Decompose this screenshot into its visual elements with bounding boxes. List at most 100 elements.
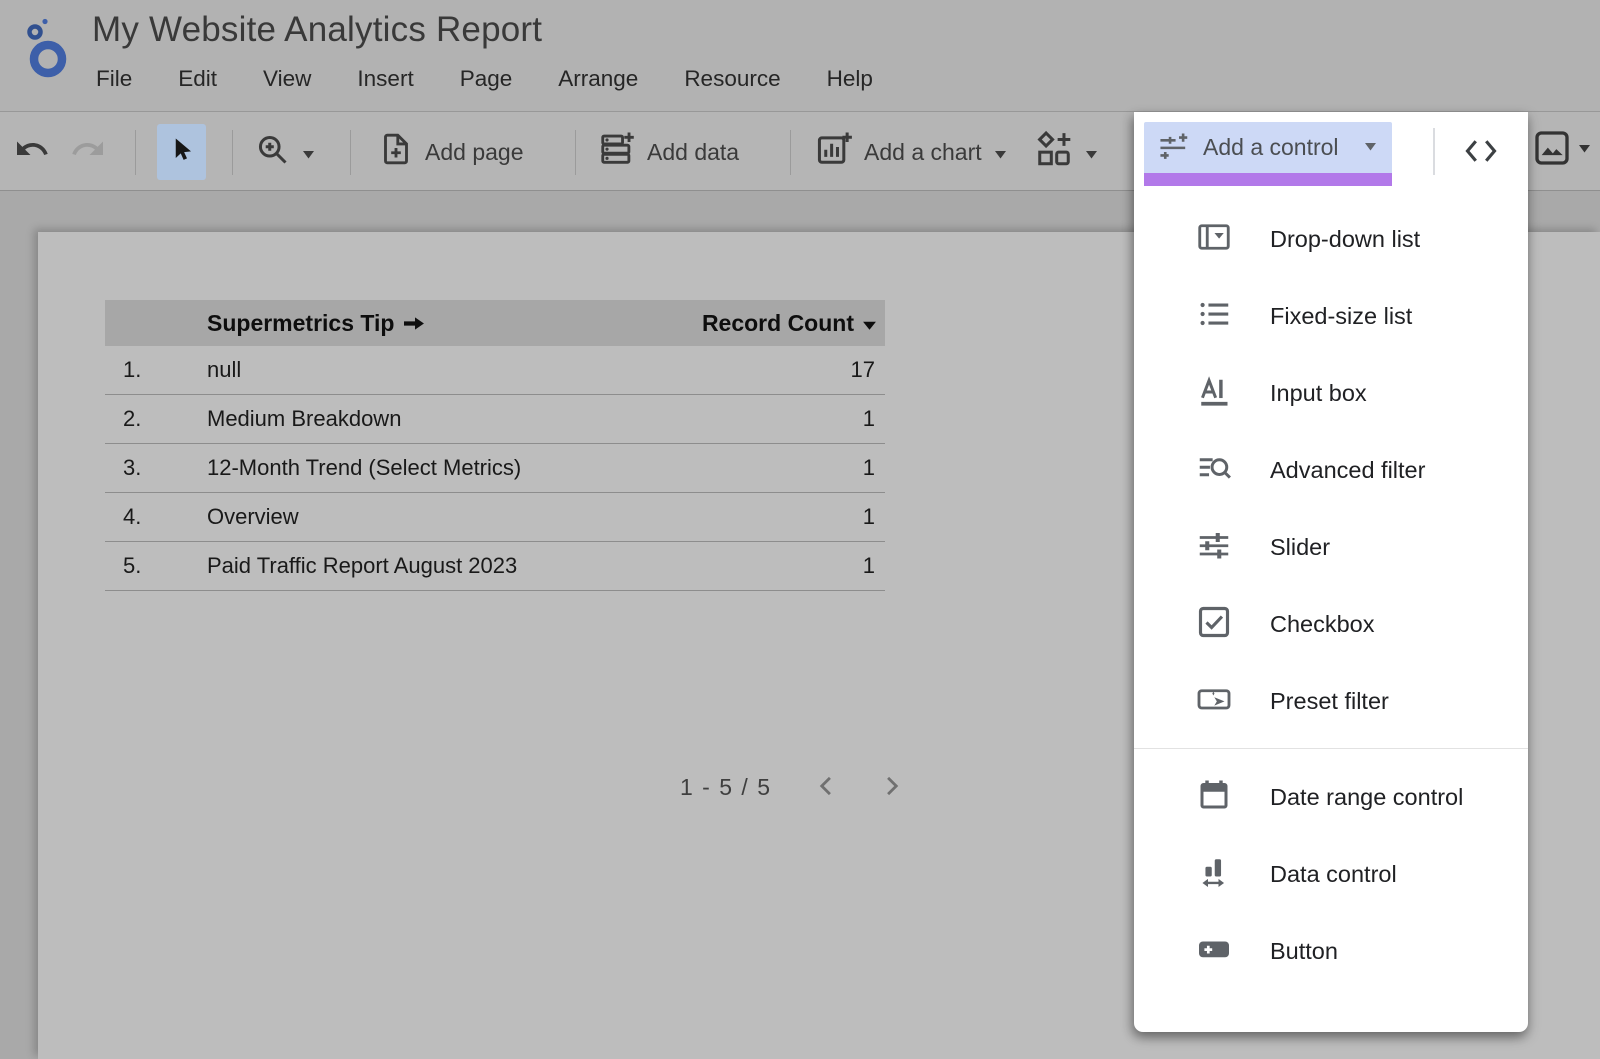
dimension-header-label: Supermetrics Tip xyxy=(207,310,394,337)
menu-item-label: Slider xyxy=(1270,534,1330,561)
row-index: 3. xyxy=(105,455,207,481)
arrow-right-icon xyxy=(404,310,425,337)
chevron-down-icon xyxy=(1084,139,1099,166)
button-icon xyxy=(1196,931,1270,972)
chevron-down-icon xyxy=(301,139,316,166)
chevron-down-icon xyxy=(993,139,1008,166)
table-row: 2. Medium Breakdown 1 xyxy=(105,395,885,444)
menu-item-label: Data control xyxy=(1270,861,1397,888)
report-title[interactable]: My Website Analytics Report xyxy=(92,10,542,50)
redo-button[interactable] xyxy=(70,124,106,180)
zoom-tool-button[interactable] xyxy=(254,124,316,180)
undo-icon xyxy=(14,131,50,173)
embed-code-button[interactable] xyxy=(1450,131,1512,173)
menu-help[interactable]: Help xyxy=(827,66,873,92)
add-page-button[interactable]: Add page xyxy=(378,124,523,180)
preset-filter-icon xyxy=(1196,681,1270,722)
menu-item-data-control[interactable]: Data control xyxy=(1134,836,1528,913)
data-table[interactable]: Supermetrics Tip Record Count 1. null 17… xyxy=(105,300,885,591)
chevron-down-icon xyxy=(1363,140,1378,155)
add-page-icon xyxy=(378,131,414,173)
chevron-left-icon xyxy=(813,788,841,803)
menu-item-label: Date range control xyxy=(1270,784,1463,811)
add-chart-button[interactable]: Add a chart xyxy=(815,124,1008,180)
menu-item-label: Button xyxy=(1270,938,1338,965)
menu-page[interactable]: Page xyxy=(460,66,513,92)
add-control-label: Add a control xyxy=(1203,134,1339,161)
menu-item-preset-filter[interactable]: Preset filter xyxy=(1134,663,1528,740)
chevron-right-icon xyxy=(877,788,905,803)
menu-file[interactable]: File xyxy=(96,66,132,92)
metric-column-header[interactable]: Record Count xyxy=(702,310,877,337)
looker-studio-logo-icon[interactable] xyxy=(22,16,72,82)
table-header-row: Supermetrics Tip Record Count xyxy=(105,300,885,346)
table-row: 5. Paid Traffic Report August 2023 1 xyxy=(105,542,885,591)
menu-item-label: Preset filter xyxy=(1270,688,1389,715)
table-row: 1. null 17 xyxy=(105,346,885,395)
menu-item-label: Drop-down list xyxy=(1270,226,1420,253)
checkbox-icon xyxy=(1196,604,1270,645)
chevron-down-icon xyxy=(1577,142,1592,157)
menu-item-label: Input box xyxy=(1270,380,1367,407)
add-control-dropdown: Add a control Drop-down list Fixed-size … xyxy=(1134,112,1528,1032)
row-metric: 1 xyxy=(863,455,885,481)
select-cursor-icon xyxy=(167,136,197,169)
add-control-button[interactable]: Add a control xyxy=(1144,122,1392,173)
add-chart-icon xyxy=(815,130,853,174)
slider-icon xyxy=(1196,527,1270,568)
menu-item-fixed-size-list[interactable]: Fixed-size list xyxy=(1134,278,1528,355)
row-dimension: null xyxy=(207,357,851,383)
zoom-icon xyxy=(254,131,290,173)
menu-item-date-range-control[interactable]: Date range control xyxy=(1134,759,1528,836)
add-data-icon xyxy=(598,130,636,174)
menu-insert[interactable]: Insert xyxy=(357,66,413,92)
table-row: 4. Overview 1 xyxy=(105,493,885,542)
pagination-range-label: 1 - 5 / 5 xyxy=(680,774,771,801)
row-index: 1. xyxy=(105,357,207,383)
menu-edit[interactable]: Edit xyxy=(178,66,217,92)
row-index: 4. xyxy=(105,504,207,530)
dimension-column-header[interactable]: Supermetrics Tip xyxy=(207,310,425,337)
toolbar-separator xyxy=(232,130,233,175)
toolbar-separator xyxy=(575,130,576,175)
insert-shapes-button[interactable] xyxy=(1035,124,1099,180)
annotation-underline xyxy=(1144,173,1392,186)
insert-shapes-icon xyxy=(1035,130,1073,174)
add-page-label: Add page xyxy=(425,139,523,166)
advanced-filter-icon xyxy=(1196,450,1270,491)
insert-image-icon xyxy=(1532,128,1572,171)
add-control-icon xyxy=(1157,130,1190,166)
insert-image-button[interactable] xyxy=(1532,128,1592,171)
menu-item-label: Checkbox xyxy=(1270,611,1375,638)
row-index: 5. xyxy=(105,553,207,579)
menu-item-advanced-filter[interactable]: Advanced filter xyxy=(1134,432,1528,509)
menu-item-button[interactable]: Button xyxy=(1134,913,1528,990)
caret-down-icon xyxy=(862,310,877,337)
menu-resource[interactable]: Resource xyxy=(684,66,780,92)
data-control-icon xyxy=(1196,854,1270,895)
row-dimension: Overview xyxy=(207,504,863,530)
menu-item-drop-down-list[interactable]: Drop-down list xyxy=(1134,201,1528,278)
row-metric: 1 xyxy=(863,504,885,530)
menu-item-slider[interactable]: Slider xyxy=(1134,509,1528,586)
row-dimension: Paid Traffic Report August 2023 xyxy=(207,553,863,579)
embed-code-icon xyxy=(1459,133,1503,172)
row-metric: 1 xyxy=(863,406,885,432)
menu-view[interactable]: View xyxy=(263,66,311,92)
toolbar-separator xyxy=(350,130,351,175)
pagination-next-button[interactable] xyxy=(877,772,905,802)
menu-item-label: Advanced filter xyxy=(1270,457,1425,484)
input-box-icon xyxy=(1196,373,1270,414)
add-data-button[interactable]: Add data xyxy=(598,124,739,180)
pagination-prev-button[interactable] xyxy=(813,772,841,802)
date-range-icon xyxy=(1196,777,1270,818)
table-pagination: 1 - 5 / 5 xyxy=(680,772,941,802)
undo-button[interactable] xyxy=(14,124,50,180)
menu-item-checkbox[interactable]: Checkbox xyxy=(1134,586,1528,663)
row-metric: 1 xyxy=(863,553,885,579)
row-dimension: 12-Month Trend (Select Metrics) xyxy=(207,455,863,481)
select-tool-button[interactable] xyxy=(157,124,206,180)
menu-item-input-box[interactable]: Input box xyxy=(1134,355,1528,432)
row-dimension: Medium Breakdown xyxy=(207,406,863,432)
menu-arrange[interactable]: Arrange xyxy=(558,66,638,92)
